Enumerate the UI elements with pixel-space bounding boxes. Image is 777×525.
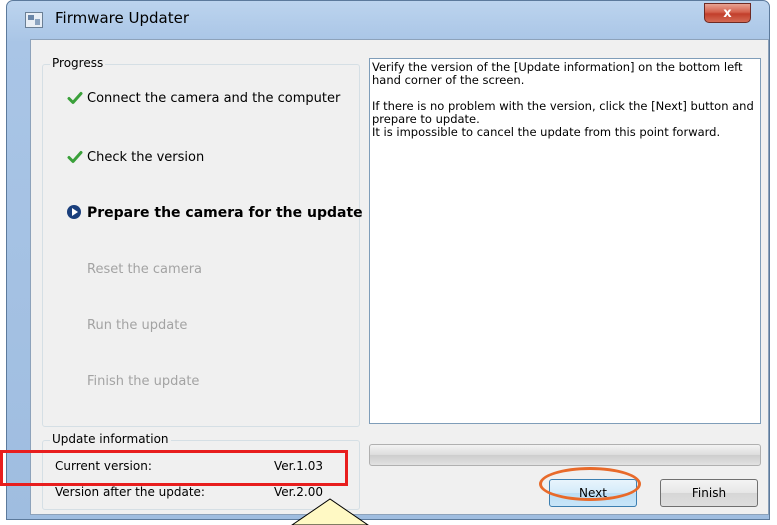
dialog-client-area: Progress Connect the camera and the comp…	[30, 39, 769, 515]
update-progress-bar	[369, 444, 761, 466]
step-label: Run the update	[87, 318, 188, 333]
step-label: Connect the camera and the computer	[87, 91, 341, 106]
step-check-version: Check the version	[67, 150, 205, 165]
step-finish-update: Finish the update	[87, 374, 199, 389]
step-label: Reset the camera	[87, 262, 203, 277]
instructions-textbox[interactable]: Verify the version of the [Update inform…	[369, 58, 761, 424]
instructions-line: If there is no problem with the version,…	[372, 99, 754, 126]
current-version-highlight	[0, 450, 348, 486]
arrow-circle-icon	[67, 205, 81, 219]
step-label: Finish the update	[87, 374, 200, 389]
step-label: Prepare the camera for the update	[87, 205, 363, 221]
finish-button[interactable]: Finish	[660, 479, 758, 507]
after-version-row: Version after the update: Ver.2.00	[55, 485, 323, 499]
progress-group-title: Progress	[50, 56, 106, 70]
firmware-updater-window: Firmware Updater x Progress Connect the …	[6, 0, 770, 520]
callout-pointer	[291, 498, 369, 525]
app-icon	[25, 12, 43, 28]
step-run-update: Run the update	[87, 318, 187, 333]
instructions-line: Verify the version of the [Update inform…	[372, 60, 743, 87]
progress-group: Progress Connect the camera and the comp…	[42, 56, 363, 427]
instructions-line: It is impossible to cancel the update fr…	[372, 125, 721, 139]
title-bar: Firmware Updater x	[7, 1, 769, 35]
step-reset-camera: Reset the camera	[87, 262, 202, 277]
check-icon	[67, 151, 83, 163]
window-title: Firmware Updater	[55, 9, 190, 27]
check-icon	[67, 92, 83, 104]
next-button-highlight	[539, 467, 641, 501]
step-label: Check the version	[87, 150, 205, 165]
close-button[interactable]: x	[704, 3, 751, 23]
step-prepare-camera: Prepare the camera for the update	[67, 205, 363, 221]
update-information-title: Update information	[50, 432, 171, 446]
step-connect-camera: Connect the camera and the computer	[67, 91, 341, 106]
after-version-label: Version after the update:	[55, 485, 205, 499]
